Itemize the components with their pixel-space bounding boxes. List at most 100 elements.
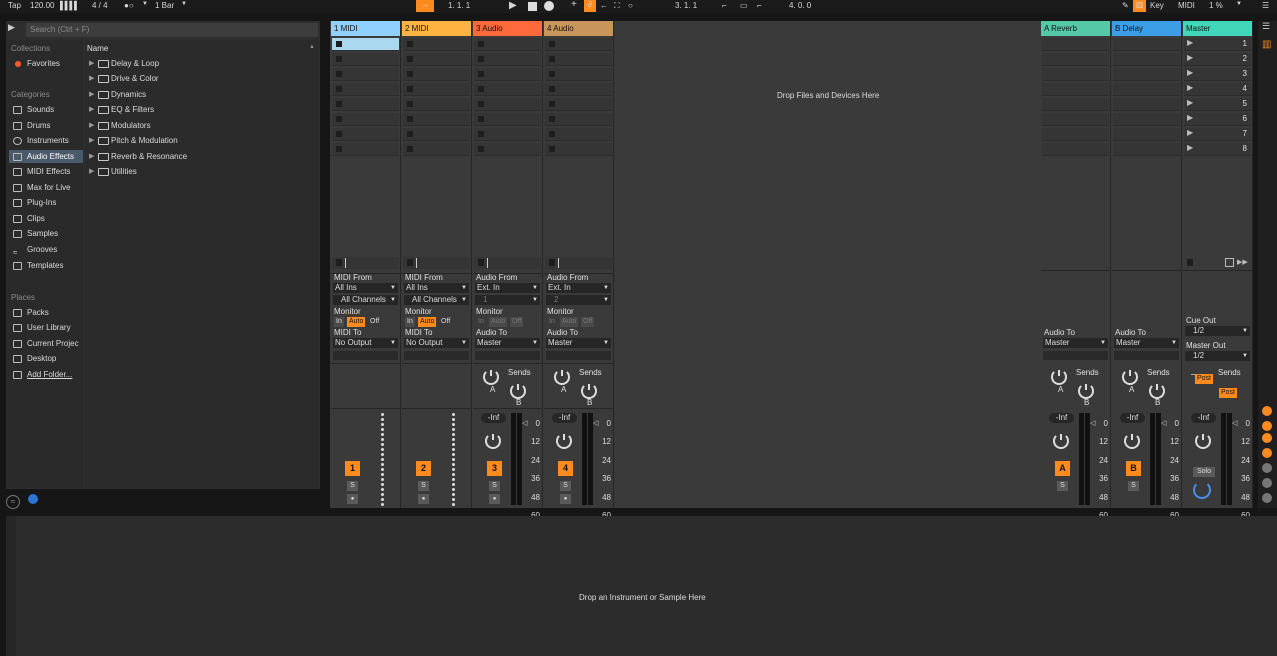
clip-stop-button-icon[interactable] <box>407 116 413 122</box>
clip-stop-button-icon[interactable] <box>336 131 342 137</box>
volume-field[interactable]: -Inf <box>1120 413 1145 423</box>
clip-stop-button-icon[interactable] <box>549 146 555 152</box>
clip-slot[interactable] <box>545 83 612 96</box>
session-record-icon[interactable]: ○ <box>628 1 633 10</box>
sidebar-item-clips[interactable]: Clips <box>9 212 83 225</box>
browser-folder-delay-loop[interactable]: ▶ Delay & Loop <box>87 57 159 70</box>
send-b-knob[interactable] <box>510 383 526 399</box>
time-signature[interactable]: 4 / 4 <box>92 1 108 10</box>
browser-folder-dynamics[interactable]: ▶ Dynamics <box>87 88 146 101</box>
clip-stop-button-icon[interactable] <box>407 101 413 107</box>
sends-toggle-icon[interactable] <box>1262 421 1272 431</box>
pan-knob[interactable] <box>1195 433 1211 449</box>
clip-slot[interactable] <box>474 128 541 141</box>
clip-slot[interactable] <box>545 98 612 111</box>
monitor-auto-button[interactable]: Auto <box>418 317 437 327</box>
clip-stop-button-icon[interactable] <box>336 116 342 122</box>
clip-stop-button-icon[interactable] <box>407 56 413 62</box>
clip-slot[interactable] <box>403 113 470 126</box>
clip-slot[interactable] <box>403 83 470 96</box>
scene-slot[interactable]: ▶ 2 <box>1184 53 1251 66</box>
clip-stop-button-icon[interactable] <box>336 146 342 152</box>
expand-icon[interactable]: ▶ <box>89 103 94 116</box>
metronome-dropdown-icon[interactable]: ▼ <box>142 1 148 7</box>
sidebar-item-max-for-live[interactable]: Max for Live <box>9 181 83 194</box>
volume-field[interactable]: -Inf <box>481 413 506 423</box>
stop-icon[interactable] <box>528 2 537 11</box>
input-type-select[interactable]: All Ins <box>333 283 398 293</box>
loop-switch-icon[interactable]: ▭ <box>740 1 748 10</box>
output-channel-select[interactable] <box>1043 351 1108 360</box>
clip-slot[interactable] <box>403 128 470 141</box>
stop-all-clips-icon[interactable] <box>407 259 413 266</box>
clip-slot[interactable] <box>403 53 470 66</box>
browser-folder-pitch-modulation[interactable]: ▶ Pitch & Modulation <box>87 134 178 147</box>
clip-view-toggle-icon[interactable] <box>1262 493 1272 503</box>
clip-slot[interactable] <box>332 38 399 51</box>
meter-peak-icon[interactable]: ◁ <box>522 419 527 427</box>
clip-slot[interactable] <box>403 143 470 156</box>
monitor-in-button[interactable]: In <box>334 317 344 327</box>
clip-stop-button-icon[interactable] <box>478 71 484 77</box>
clip-stop-button-icon[interactable] <box>549 131 555 137</box>
monitor-in-button[interactable]: In <box>547 317 557 327</box>
browser-folder-drive-color[interactable]: ▶ Drive & Color <box>87 72 159 85</box>
clip-slot[interactable] <box>474 98 541 111</box>
clip-slot[interactable] <box>474 38 541 51</box>
mixer-toggle-icon[interactable] <box>1262 448 1272 458</box>
sidebar-item-instruments[interactable]: Instruments <box>9 134 83 147</box>
scene-slot[interactable]: ▶ 5 <box>1184 98 1251 111</box>
meter-peak-icon[interactable]: ◁ <box>1161 419 1166 427</box>
pan-knob[interactable] <box>556 433 572 449</box>
draw-mode-icon[interactable]: ✎ <box>1122 1 1129 10</box>
stop-all-clips-icon[interactable] <box>478 259 484 266</box>
automation-arm-icon[interactable]: ∂ <box>584 0 596 12</box>
meter-peak-icon[interactable]: ◁ <box>1232 419 1237 427</box>
send-a-knob[interactable] <box>1122 369 1138 385</box>
sidebar-item-desktop[interactable]: Desktop <box>9 352 83 365</box>
clip-slot[interactable] <box>332 113 399 126</box>
play-icon[interactable]: ▶ <box>509 0 517 11</box>
sidebar-item-add-folder[interactable]: Add Folder... <box>9 368 83 381</box>
back-to-arrangement-icon[interactable]: ← <box>600 1 608 10</box>
clip-stop-button-icon[interactable] <box>336 71 342 77</box>
punch-in-icon[interactable]: ⌐ <box>722 1 727 10</box>
clip-stop-button-icon[interactable] <box>478 101 484 107</box>
clip-stop-button-icon[interactable] <box>549 41 555 47</box>
quantize-dropdown-icon[interactable]: ▼ <box>181 1 187 7</box>
sidebar-item-favorites[interactable]: Favorites <box>9 57 83 70</box>
preview-icon[interactable] <box>28 494 38 504</box>
arm-button-icon[interactable]: ● <box>489 494 500 504</box>
volume-field[interactable]: -Inf <box>1049 413 1074 423</box>
arm-button-icon[interactable]: ● <box>560 494 571 504</box>
clip-slot[interactable] <box>332 68 399 81</box>
track-activator-button[interactable]: 3 <box>487 461 502 476</box>
expand-icon[interactable]: ▶ <box>89 165 94 178</box>
send-a-knob[interactable] <box>1051 369 1067 385</box>
master-track-header[interactable]: Master <box>1183 21 1252 36</box>
scene-launch-icon[interactable]: ▶ <box>1187 143 1193 152</box>
delay-toggle-icon[interactable] <box>1262 478 1272 488</box>
loop-start-field[interactable]: 3. 1. 1 <box>675 1 697 10</box>
sidebar-item-midi-effects[interactable]: MIDI Effects <box>9 165 83 178</box>
scene-slot[interactable]: ▶ 6 <box>1184 113 1251 126</box>
monitor-off-button[interactable]: Off <box>439 317 453 327</box>
clip-stop-button-icon[interactable] <box>407 71 413 77</box>
track-activator-button[interactable]: 2 <box>416 461 431 476</box>
sidebar-item-drums[interactable]: Drums <box>9 119 83 132</box>
clip-slot[interactable] <box>474 113 541 126</box>
expand-icon[interactable]: ▶ <box>89 150 94 163</box>
punch-out-icon[interactable]: ⌐ <box>757 1 762 10</box>
pan-knob[interactable] <box>1053 433 1069 449</box>
tempo-field[interactable]: 120.00 <box>30 1 54 10</box>
midi-map-button[interactable]: MIDI <box>1178 1 1195 10</box>
menu-icon[interactable]: ☰ <box>1262 21 1270 32</box>
solo-button[interactable]: S <box>1128 481 1139 491</box>
track-activator-button[interactable]: 4 <box>558 461 573 476</box>
clip-slot[interactable] <box>403 38 470 51</box>
groove-pool-icon[interactable]: ≈ <box>6 495 20 509</box>
post-button[interactable]: Post <box>1195 374 1214 384</box>
output-channel-select[interactable] <box>475 351 540 360</box>
clip-stop-button-icon[interactable] <box>336 101 342 107</box>
scene-slot[interactable]: ▶ 4 <box>1184 83 1251 96</box>
